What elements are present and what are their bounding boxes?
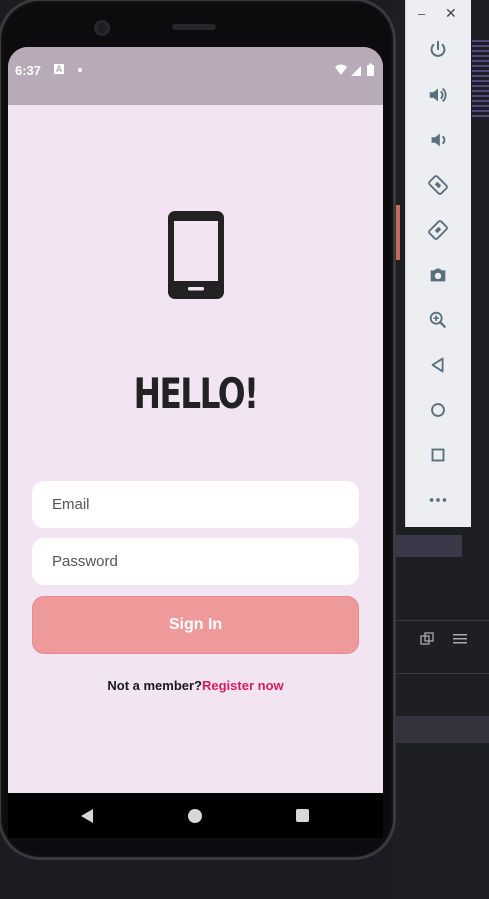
- editor-highlight: [392, 535, 462, 557]
- more-icon[interactable]: [426, 488, 450, 512]
- rotate-right-icon[interactable]: [426, 218, 450, 242]
- volume-up-icon[interactable]: [426, 83, 450, 107]
- back-icon[interactable]: [426, 353, 450, 377]
- emulator-toolbar: – ✕: [405, 0, 471, 527]
- home-icon[interactable]: [426, 398, 450, 422]
- system-nav-bar: [8, 793, 383, 838]
- front-camera: [94, 20, 110, 36]
- selected-row[interactable]: [392, 716, 489, 743]
- status-bar: 6:37 A: [8, 47, 383, 105]
- close-button[interactable]: ✕: [445, 5, 457, 22]
- page-title: HELLO!: [133, 369, 259, 418]
- sign-in-button[interactable]: Sign In: [32, 596, 359, 654]
- email-input[interactable]: [32, 481, 359, 528]
- notification-icon: A: [54, 64, 64, 74]
- nav-back-icon[interactable]: [80, 808, 94, 824]
- app-screen: 6:37 A HELLO! Sign In Not a member?Regis…: [8, 47, 383, 838]
- editor-gutter-marker: [396, 205, 400, 260]
- smartphone-icon: [168, 211, 224, 299]
- minimize-button[interactable]: –: [418, 6, 425, 21]
- zoom-in-icon[interactable]: [426, 308, 450, 332]
- battery-icon: [367, 65, 374, 76]
- divider: [392, 620, 489, 621]
- notification-dot-icon: [78, 68, 82, 72]
- power-icon[interactable]: [426, 38, 450, 62]
- signal-icon: [351, 66, 361, 76]
- nav-recents-icon[interactable]: [296, 809, 309, 822]
- rotate-left-icon[interactable]: [426, 173, 450, 197]
- restore-icon[interactable]: [420, 632, 434, 646]
- footer-prefix: Not a member?: [107, 678, 202, 693]
- nav-home-icon[interactable]: [188, 809, 202, 823]
- wifi-icon: [335, 64, 347, 75]
- status-time: 6:37: [15, 63, 42, 78]
- earpiece-speaker: [172, 24, 216, 30]
- code-minimap: [472, 40, 489, 120]
- menu-icon[interactable]: [452, 632, 468, 646]
- volume-down-icon[interactable]: [426, 128, 450, 152]
- overview-icon[interactable]: [426, 443, 450, 467]
- status-icons: [335, 63, 374, 76]
- password-input[interactable]: [32, 538, 359, 585]
- register-prompt: Not a member?Register now: [8, 678, 383, 693]
- camera-icon[interactable]: [426, 263, 450, 287]
- register-link[interactable]: Register now: [202, 678, 284, 693]
- divider: [392, 673, 489, 674]
